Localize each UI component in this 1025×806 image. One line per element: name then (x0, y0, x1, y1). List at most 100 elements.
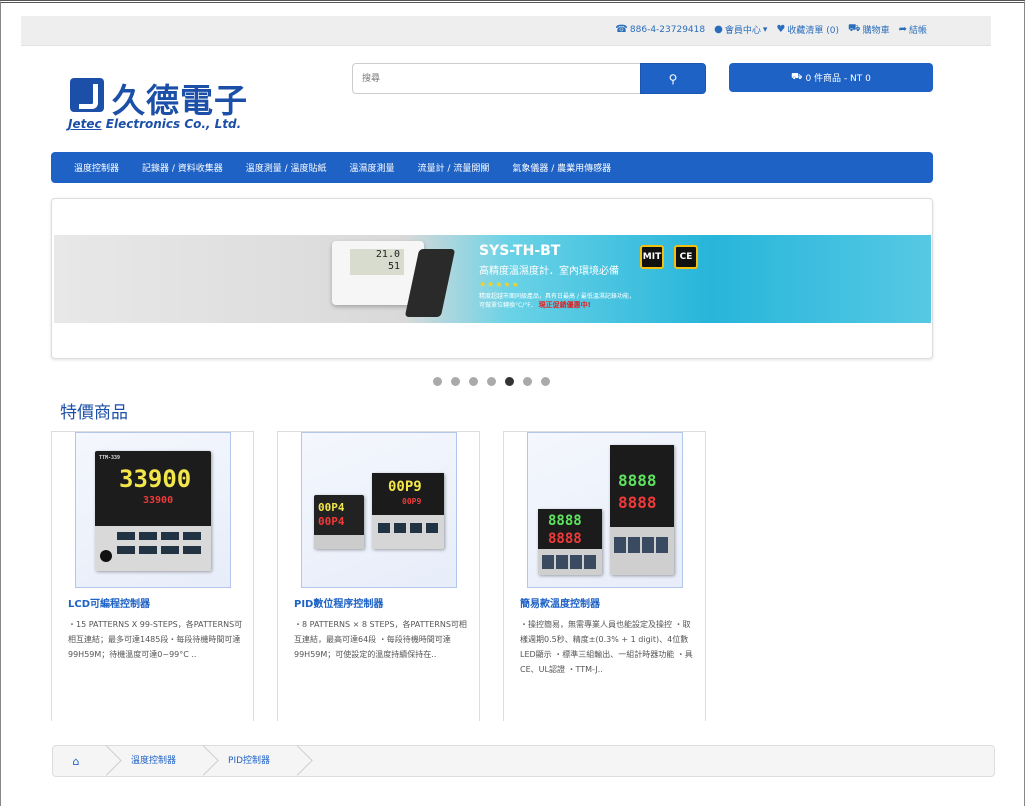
cart-icon: ⛟ (791, 72, 803, 82)
controller-device: TTM-339 33900 33900 (95, 451, 211, 571)
wishlist-label: 收藏清單 (0) (787, 26, 839, 36)
power-knob (100, 550, 112, 562)
display-top: 00P9 (388, 479, 422, 495)
device-reading-temp: 21.0 (375, 249, 400, 260)
display-panel: 00P9 00P9 (372, 473, 444, 515)
logo-english: Jetec Electronics Co., Ltd. (68, 117, 241, 131)
controller-device-small: 8888 8888 (538, 509, 602, 575)
cart-button[interactable]: ⛟ 0 件商品 - NT 0 (729, 63, 933, 92)
carousel-dot[interactable] (451, 377, 460, 386)
product-card[interactable]: 00P4 00P4 00P9 00P9 PID數位程序控制器 ・8 PATTER… (277, 431, 480, 721)
product-image[interactable]: 00P4 00P4 00P9 00P9 (301, 432, 457, 588)
keypad-row (378, 523, 438, 533)
display-main: 33900 (119, 465, 192, 493)
carousel-dot[interactable] (523, 377, 532, 386)
heart-icon: ♥ (776, 24, 786, 35)
display-bottom: 8888 (618, 493, 657, 512)
carousel-dots (433, 377, 550, 386)
menu-item-weather[interactable]: 氣象儀器 / 農業用傳感器 (512, 161, 611, 174)
banner-title: SYS-TH-BT (479, 243, 561, 259)
logo-english-prefix: Jetec (68, 117, 102, 131)
member-label: 會員中心 (724, 26, 761, 36)
product-name[interactable]: 簡易款溫度控制器 (520, 595, 600, 610)
rating-stars: ★★★★★ (479, 280, 520, 289)
top-links: ☎ 886-4-23729418 ● 會員中心 ▾ ♥ 收藏清單 (0) ⛟ 購物車 ➦ 結… (615, 23, 927, 36)
product-image[interactable]: TTM-339 33900 33900 (75, 432, 231, 588)
logo-english-rest: Electronics Co., Ltd. (101, 117, 242, 131)
display-bottom: 00P4 (318, 515, 345, 528)
cart-link[interactable]: ⛟ 購物車 (848, 23, 890, 36)
menu-item-flowmeter[interactable]: 流量計 / 流量開關 (418, 161, 490, 174)
carousel-dot[interactable] (487, 377, 496, 386)
product-name[interactable]: PID數位程序控制器 (294, 595, 383, 610)
breadcrumb-item-pid-controller[interactable]: PID控制器 (210, 745, 290, 777)
banner-description: 精度超越市面同級產品，具有日最高 / 最低溫濕記錄功能， 可做單位轉換°C/°F… (479, 293, 635, 309)
controller-device-small: 00P4 00P4 (314, 495, 364, 549)
menu-item-temperature-controller[interactable]: 溫度控制器 (74, 161, 119, 174)
product-description: ・8 PATTERNS × 8 STEPS，各PATTERNS可相互連結，最高可… (294, 620, 467, 659)
search-input[interactable] (352, 63, 641, 94)
controller-keypad (95, 526, 211, 571)
cart-icon: ⛟ (847, 23, 861, 34)
banner-desc-line1: 精度超越市面同級產品，具有日最高 / 最低溫濕記錄功能， (479, 293, 635, 300)
menu-item-temperature-measure[interactable]: 溫度測量 / 溫度貼紙 (246, 161, 327, 174)
phone-icon: ☎ (615, 24, 628, 35)
keypad-row (117, 546, 205, 554)
controller-device-large: 00P9 00P9 (372, 473, 444, 549)
display-panel: 8888 8888 (610, 445, 674, 527)
breadcrumb: ⌂ 溫度控制器 PID控制器 (52, 745, 995, 777)
keypad-row (117, 532, 205, 540)
controller-model: TTM-339 (99, 455, 121, 461)
wishlist-link[interactable]: ♥ 收藏清單 (0) (776, 23, 839, 36)
site-logo[interactable]: 久德電子 Jetec Electronics Co., Ltd. (68, 78, 278, 134)
share-icon: ➦ (898, 24, 907, 35)
device-screen: 21.0 51 (350, 249, 404, 275)
search-bar: ⚲ (352, 63, 706, 94)
phone-link[interactable]: ☎ 886-4-23729418 (615, 23, 705, 36)
cart-button-label: 0 件商品 - NT 0 (805, 74, 871, 84)
menu-item-humidity-measure[interactable]: 溫濕度測量 (350, 161, 395, 174)
cart-label: 購物車 (862, 26, 890, 36)
product-card[interactable]: 8888 8888 8888 8888 簡易款溫度控制器 ・操控簡易，無需專業人… (503, 431, 706, 721)
product-name[interactable]: LCD可編程控制器 (68, 595, 150, 610)
display-panel: 8888 8888 (538, 509, 602, 549)
display-top: 00P4 (318, 501, 345, 514)
carousel-dot[interactable] (505, 377, 514, 386)
menu-item-recorder[interactable]: 記錄器 / 資料收集器 (142, 161, 223, 174)
controller-device-tall: 8888 8888 (610, 445, 674, 575)
checkout-label: 結帳 (908, 26, 927, 36)
mit-badge-icon: MIT (640, 245, 664, 269)
member-center-link[interactable]: ● 會員中心 ▾ (714, 23, 767, 36)
main-menu: 溫度控制器 記錄器 / 資料收集器 溫度測量 / 溫度貼紙 溫濕度測量 流量計 … (51, 152, 933, 183)
user-icon: ● (714, 24, 723, 35)
product-card[interactable]: TTM-339 33900 33900 LCD可編程控制器 ・15 PATTER… (51, 431, 254, 721)
keypad (314, 535, 364, 549)
display-top: 8888 (548, 513, 582, 529)
section-title: 特價商品 (60, 403, 128, 423)
phone-label: 886-4-23729418 (629, 24, 706, 35)
keypad-row (542, 555, 598, 569)
display-sub: 33900 (143, 495, 174, 506)
product-description: ・操控簡易，無需專業人員也能設定及操控 ・取樣週期0.5秒、精度±(0.3% +… (520, 620, 693, 674)
display-bottom: 8888 (548, 531, 582, 547)
breadcrumb-separator (99, 745, 113, 777)
ce-badge-icon: CE (674, 245, 698, 269)
breadcrumb-item-temperature-controller[interactable]: 溫度控制器 (113, 745, 196, 777)
banner-image[interactable]: 21.0 51 SYS-TH-BT 高精度溫濕度計．室內環境必備 ★★★★★ 精… (54, 235, 931, 323)
breadcrumb-separator (196, 745, 210, 777)
logo-chinese: 久德電子 (112, 81, 248, 120)
device-reading-humidity: 51 (387, 261, 400, 272)
keypad-row (614, 537, 670, 553)
caret-down-icon: ▾ (762, 24, 768, 35)
banner-slider[interactable]: 21.0 51 SYS-TH-BT 高精度溫濕度計．室內環境必備 ★★★★★ 精… (51, 198, 933, 359)
checkout-link[interactable]: ➦ 結帳 (899, 23, 927, 36)
search-icon: ⚲ (668, 71, 678, 86)
carousel-dot[interactable] (541, 377, 550, 386)
product-image[interactable]: 8888 8888 8888 8888 (527, 432, 683, 588)
carousel-dot[interactable] (433, 377, 442, 386)
carousel-dot[interactable] (469, 377, 478, 386)
top-bar: ☎ 886-4-23729418 ● 會員中心 ▾ ♥ 收藏清單 (0) ⛟ 購物車 ➦ 結… (21, 16, 991, 46)
search-button[interactable]: ⚲ (640, 63, 706, 94)
product-description: ・15 PATTERNS X 99-STEPS，各PATTERNS可相互連結；最… (68, 620, 243, 659)
display-top: 8888 (618, 471, 657, 490)
